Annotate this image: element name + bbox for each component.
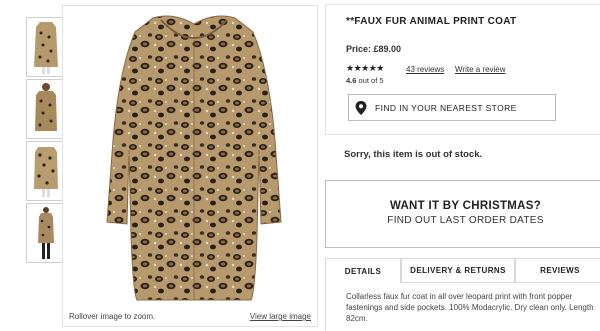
thumbnail-strip <box>26 17 66 265</box>
rating-summary: 4.6 out of 5 <box>346 76 384 85</box>
main-image-frame: Rollover image to zoom. View large image <box>62 5 318 327</box>
rollover-hint: Rollover image to zoom. <box>69 312 156 321</box>
details-panel: Collarless faux fur coat in all over leo… <box>325 282 600 331</box>
product-description: Collarless faux fur coat in all over leo… <box>346 292 594 323</box>
location-pin-icon <box>355 101 367 115</box>
last-order-dates-link[interactable]: FIND OUT LAST ORDER DATES <box>326 215 600 226</box>
coat-thumbnail-image <box>34 22 58 74</box>
reviews-link[interactable]: 43 reviews <box>406 65 444 74</box>
product-info-panel: **FAUX FUR ANIMAL PRINT COAT Price: £89.… <box>325 4 600 135</box>
rating-suffix: out of 5 <box>356 76 384 85</box>
tab-reviews[interactable]: REVIEWS <box>515 259 600 283</box>
thumbnail-1[interactable] <box>26 17 66 77</box>
coat-thumbnail-image <box>38 207 54 259</box>
product-tabs: DETAILS DELIVERY & RETURNS REVIEWS <box>325 258 600 283</box>
find-in-store-button[interactable]: FIND IN YOUR NEAREST STORE <box>348 94 556 121</box>
rating-stars: ★★★★★ <box>346 63 384 73</box>
view-large-image-link[interactable]: View large image <box>250 312 311 321</box>
coat-thumbnail-image <box>35 83 57 131</box>
find-in-store-label: FIND IN YOUR NEAREST STORE <box>375 102 517 113</box>
tab-delivery-returns[interactable]: DELIVERY & RETURNS <box>401 259 515 283</box>
stock-status-message: Sorry, this item is out of stock. <box>344 149 483 160</box>
product-price: Price: £89.00 <box>346 44 402 54</box>
coat-thumbnail-image <box>34 147 58 197</box>
tab-details[interactable]: DETAILS <box>325 259 401 283</box>
thumbnail-3[interactable] <box>26 141 66 201</box>
write-review-link[interactable]: Write a review <box>455 65 506 74</box>
christmas-banner-title: WANT IT BY CHRISTMAS? <box>389 200 542 212</box>
product-title: **FAUX FUR ANIMAL PRINT COAT <box>346 16 517 27</box>
thumbnail-4[interactable] <box>26 203 66 263</box>
christmas-delivery-banner[interactable]: WANT IT BY CHRISTMAS? FIND OUT LAST ORDE… <box>325 180 600 248</box>
rating-value: 4.6 <box>346 76 357 85</box>
thumbnail-2[interactable] <box>26 79 66 139</box>
product-main-image[interactable] <box>101 10 287 302</box>
